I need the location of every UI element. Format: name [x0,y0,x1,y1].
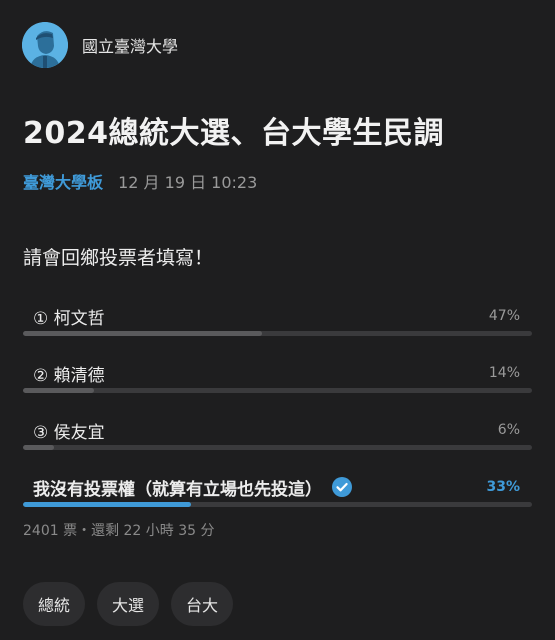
poll-option-label-wrap: 我沒有投票權（就算有立場也先投這） [33,475,352,500]
poll-bar-fill [23,502,191,507]
poll-option-percent: 14% [488,365,520,381]
poll-option-1[interactable]: ① 柯文哲 47% [23,298,532,355]
poll: ① 柯文哲 47% ② 賴清德 14% ③ 侯友宜 6% 我沒有投票權（就算有立… [23,298,532,526]
poll-bar-fill [23,445,54,450]
poll-option-label: ① 柯文哲 [33,308,105,329]
avatar[interactable] [22,22,68,68]
poll-option-percent: 33% [486,479,520,495]
author-name[interactable]: 國立臺灣大學 [82,33,178,57]
tag-chip[interactable]: 總統 [23,582,86,626]
tag-list: 總統 大選 台大 [23,582,234,626]
poll-bar-track [23,445,532,450]
poll-bar-fill [23,388,95,393]
post-meta: 臺灣大學板 12 月 19 日 10:23 [23,169,257,193]
poll-option-2[interactable]: ② 賴清德 14% [23,355,532,412]
check-circle-icon [332,477,352,497]
poll-footer: 2401 票・還剩 22 小時 35 分 [23,523,215,539]
post-body: 請會回鄉投票者填寫！ [23,247,214,269]
tag-chip[interactable]: 大選 [97,582,160,626]
poll-option-label: 我沒有投票權（就算有立場也先投這） [33,479,322,500]
poll-option-4[interactable]: 我沒有投票權（就算有立場也先投這） 33% [23,469,532,526]
post-date: 12 月 19 日 10:23 [118,173,258,192]
poll-bar-track [23,331,532,336]
poll-bar-track [23,502,532,507]
post-title: 2024總統大選、台大學生民調 [23,116,444,151]
poll-bar-fill [23,331,263,336]
user-silhouette-icon [22,22,68,68]
tag-chip[interactable]: 台大 [171,582,234,626]
poll-option-percent: 47% [488,308,520,324]
poll-option-label: ② 賴清德 [33,365,105,386]
poll-option-percent: 6% [497,422,520,438]
poll-bar-track [23,388,532,393]
author-row[interactable]: 國立臺灣大學 [22,22,178,68]
board-link[interactable]: 臺灣大學板 [23,173,103,192]
poll-option-label: ③ 侯友宜 [33,422,105,443]
poll-option-3[interactable]: ③ 侯友宜 6% [23,412,532,469]
post-card: 國立臺灣大學 2024總統大選、台大學生民調 臺灣大學板 12 月 19 日 1… [0,0,555,640]
